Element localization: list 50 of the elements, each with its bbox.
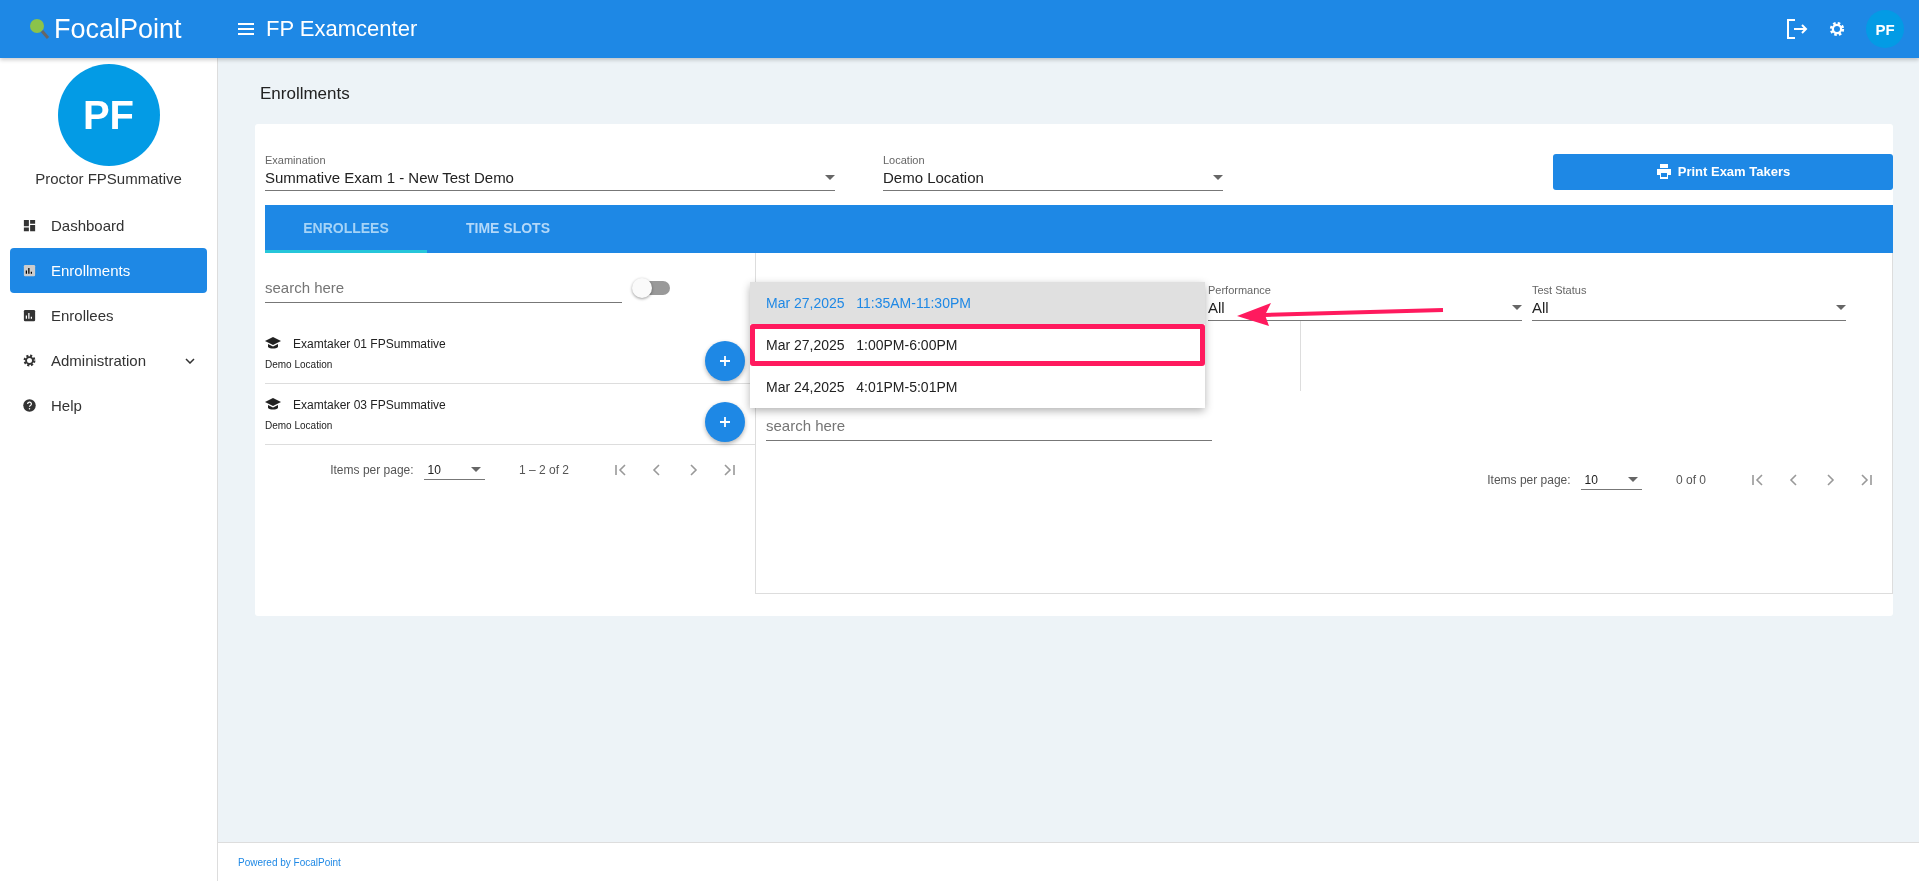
page-range: 0 of 0 bbox=[1675, 473, 1706, 487]
add-button[interactable] bbox=[705, 402, 745, 442]
items-per-page-label: Items per page: bbox=[330, 463, 414, 477]
sidebar-item[interactable]: Help bbox=[10, 383, 207, 428]
sidebar-item[interactable]: Administration bbox=[10, 338, 207, 383]
enrollee-location: Demo Location bbox=[265, 358, 334, 370]
enrollee-name: Examtaker 01 FPSummative bbox=[293, 336, 446, 351]
plus-icon bbox=[719, 416, 731, 428]
first-page-icon[interactable] bbox=[613, 462, 629, 478]
menu-icon[interactable] bbox=[238, 22, 254, 36]
chart-icon bbox=[22, 308, 37, 323]
add-button[interactable] bbox=[705, 341, 745, 381]
chart-icon bbox=[22, 263, 37, 278]
printer-icon bbox=[1655, 164, 1672, 179]
last-page-icon[interactable] bbox=[1858, 472, 1874, 488]
page-size-select[interactable]: 10 bbox=[423, 460, 485, 480]
user-name: Proctor FPSummative bbox=[35, 170, 182, 187]
search-field[interactable]: search here bbox=[265, 273, 622, 303]
settings-icon[interactable] bbox=[1828, 20, 1846, 38]
sidebar-item[interactable]: Enrollments bbox=[10, 248, 207, 293]
sidebar-item[interactable]: Enrollees bbox=[10, 293, 207, 338]
app-logo: FocalPoint bbox=[54, 13, 182, 45]
enrollee-location: Demo Location bbox=[265, 419, 334, 431]
graduation-cap-icon bbox=[265, 337, 281, 350]
last-page-icon[interactable] bbox=[721, 462, 737, 478]
dropdown-option[interactable]: Mar 24,2025 4:01PM-5:01PM bbox=[750, 366, 1205, 408]
select-field[interactable]: Test Status All bbox=[1532, 284, 1846, 321]
footer-text: Powered by FocalPoint bbox=[218, 842, 1919, 881]
dropdown-option[interactable]: Mar 27,2025 1:00PM-6:00PM bbox=[750, 324, 1205, 366]
page-range: 1 – 2 of 2 bbox=[518, 463, 569, 477]
page-title: Enrollments bbox=[260, 84, 351, 104]
select-field[interactable]: Examination Summative Exam 1 - New Test Demo bbox=[265, 154, 835, 191]
search-field[interactable]: search here bbox=[766, 411, 1212, 441]
select-field[interactable]: Location Demo Location bbox=[883, 154, 1223, 191]
page-size-select[interactable]: 10 bbox=[1580, 470, 1642, 490]
logout-icon[interactable] bbox=[1786, 19, 1808, 39]
sidebar-item[interactable]: Dashboard bbox=[10, 203, 207, 248]
gear-icon bbox=[22, 353, 37, 368]
dashboard-icon bbox=[22, 218, 37, 233]
app-title: FP Examcenter bbox=[266, 16, 418, 42]
toggle-switch[interactable] bbox=[634, 281, 670, 295]
print-button[interactable]: Print Exam Takers bbox=[1553, 153, 1893, 190]
items-per-page-label: Items per page: bbox=[1487, 473, 1571, 487]
first-page-icon[interactable] bbox=[1750, 472, 1766, 488]
profile-avatar: PF bbox=[57, 64, 160, 166]
magnifier-logo-icon bbox=[28, 17, 50, 41]
graduation-cap-icon bbox=[265, 398, 281, 411]
help-icon bbox=[22, 398, 37, 413]
enrollee-name: Examtaker 03 FPSummative bbox=[293, 397, 446, 412]
plus-icon bbox=[719, 355, 731, 367]
